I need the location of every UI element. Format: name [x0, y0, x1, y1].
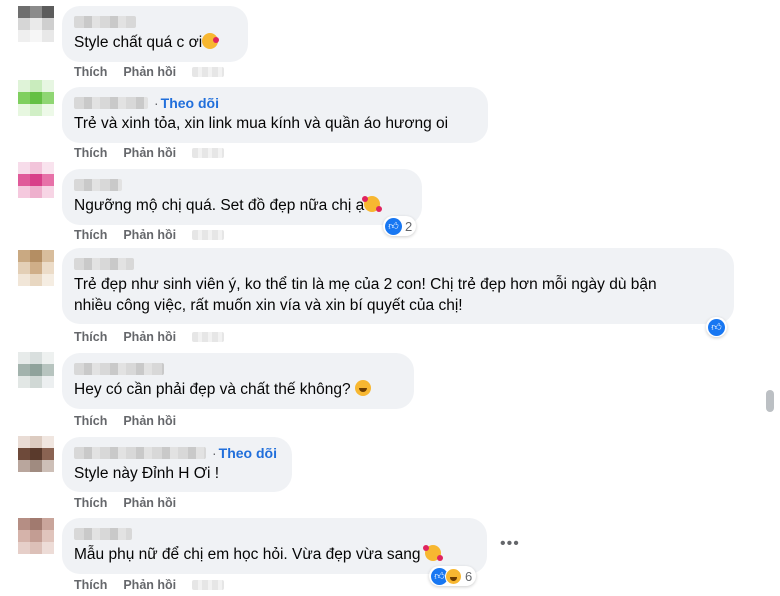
comment-actions: Thích Phản hồi: [74, 64, 225, 80]
kissing-face-icon: [202, 33, 220, 49]
separator-dot: ·: [154, 95, 159, 111]
avatar[interactable]: [18, 162, 54, 198]
avatar[interactable]: [18, 250, 54, 286]
reaction-count: 2: [405, 218, 413, 234]
comment-bubble: Ngưỡng mộ chị quá. Set đồ đẹp nữa chị ạ: [62, 169, 422, 225]
follow-label: Theo dõi: [160, 95, 219, 111]
like-reaction-icon: 👍︎: [385, 217, 402, 235]
comment-actions: Thích Phản hồi: [74, 413, 192, 429]
comment-actions: Thích Phản hồi: [74, 145, 225, 161]
comment-bubble: · Theo dõi Style này Đỉnh H Ơi !: [62, 437, 292, 492]
reply-link[interactable]: Phản hồi: [123, 65, 176, 79]
avatar[interactable]: [18, 352, 54, 388]
reply-link[interactable]: Phản hồi: [123, 496, 176, 510]
like-reaction-icon: 👍︎: [708, 318, 725, 336]
reply-link[interactable]: Phản hồi: [123, 146, 176, 160]
comment-text: Style này Đỉnh H Ơi !: [74, 465, 220, 482]
timestamp[interactable]: [192, 148, 225, 158]
commenter-name[interactable]: [74, 258, 134, 270]
comment-actions: Thích Phản hồi: [74, 329, 225, 345]
comment-actions: Thích Phản hồi: [74, 495, 192, 511]
reaction-summary[interactable]: 👍︎: [706, 317, 727, 337]
comment-actions: Thích Phản hồi: [74, 227, 225, 243]
commenter-name[interactable]: [74, 179, 122, 191]
comment-bubble: Trẻ đẹp như sinh viên ý, ko thể tin là m…: [62, 248, 734, 324]
timestamp[interactable]: [192, 580, 225, 590]
follow-link[interactable]: · Theo dõi: [212, 445, 277, 461]
comment-text: Hey có cần phải đẹp và chất thế không?: [74, 381, 355, 398]
comment-bubble: Hey có cần phải đẹp và chất thế không?: [62, 353, 414, 409]
like-link[interactable]: Thích: [74, 414, 107, 428]
like-link[interactable]: Thích: [74, 228, 107, 242]
grinning-face-icon: [354, 380, 371, 396]
like-link[interactable]: Thích: [74, 65, 107, 79]
like-link[interactable]: Thích: [74, 330, 107, 344]
avatar[interactable]: [18, 6, 54, 42]
haha-reaction-icon: [445, 567, 462, 585]
avatar[interactable]: [18, 436, 54, 472]
follow-link[interactable]: · Theo dõi: [154, 95, 219, 111]
like-link[interactable]: Thích: [74, 578, 107, 592]
reaction-summary[interactable]: 👍︎ 2: [383, 216, 417, 236]
more-options-icon[interactable]: •••: [500, 535, 520, 553]
timestamp[interactable]: [192, 332, 225, 342]
timestamp[interactable]: [192, 230, 225, 240]
reaction-summary[interactable]: 👍︎ 6: [429, 566, 477, 586]
like-link[interactable]: Thích: [74, 496, 107, 510]
like-link[interactable]: Thích: [74, 146, 107, 160]
comment-text: Trẻ đẹp như sinh viên ý, ko thể tin là m…: [74, 276, 657, 314]
comment-bubble: Style chất quá c ơi: [62, 6, 248, 62]
comment-text: Mẫu phụ nữ để chị em học hỏi. Vừa đẹp vừ…: [74, 546, 421, 563]
timestamp[interactable]: [192, 67, 225, 77]
follow-label: Theo dõi: [218, 445, 277, 461]
avatar[interactable]: [18, 518, 54, 554]
avatar[interactable]: [18, 80, 54, 116]
smiling-face-with-hearts-icon: [422, 545, 443, 561]
smiling-face-with-hearts-icon: [362, 196, 383, 212]
separator-dot: ·: [212, 445, 217, 461]
reaction-count: 6: [465, 568, 473, 584]
comment-bubble: · Theo dõi Trẻ và xinh tỏa, xin link mua …: [62, 87, 488, 143]
reply-link[interactable]: Phản hồi: [123, 414, 176, 428]
reply-link[interactable]: Phản hồi: [123, 578, 176, 592]
commenter-name[interactable]: [74, 97, 148, 109]
commenter-name[interactable]: [74, 363, 164, 375]
comment-text: Ngưỡng mộ chị quá. Set đồ đẹp nữa chị ạ: [74, 197, 365, 214]
comment-actions: Thích Phản hồi: [74, 577, 225, 593]
commenter-name[interactable]: [74, 16, 136, 28]
reply-link[interactable]: Phản hồi: [123, 330, 176, 344]
scrollbar-thumb[interactable]: [766, 390, 774, 412]
comment-text: Trẻ và xinh tỏa, xin link mua kính và qu…: [74, 115, 449, 132]
commenter-name[interactable]: [74, 528, 132, 540]
commenter-name[interactable]: [74, 447, 206, 459]
reply-link[interactable]: Phản hồi: [123, 228, 176, 242]
comment-text: Style chất quá c ơi: [74, 34, 203, 51]
comment-bubble: Mẫu phụ nữ để chị em học hỏi. Vừa đẹp vừ…: [62, 518, 487, 574]
